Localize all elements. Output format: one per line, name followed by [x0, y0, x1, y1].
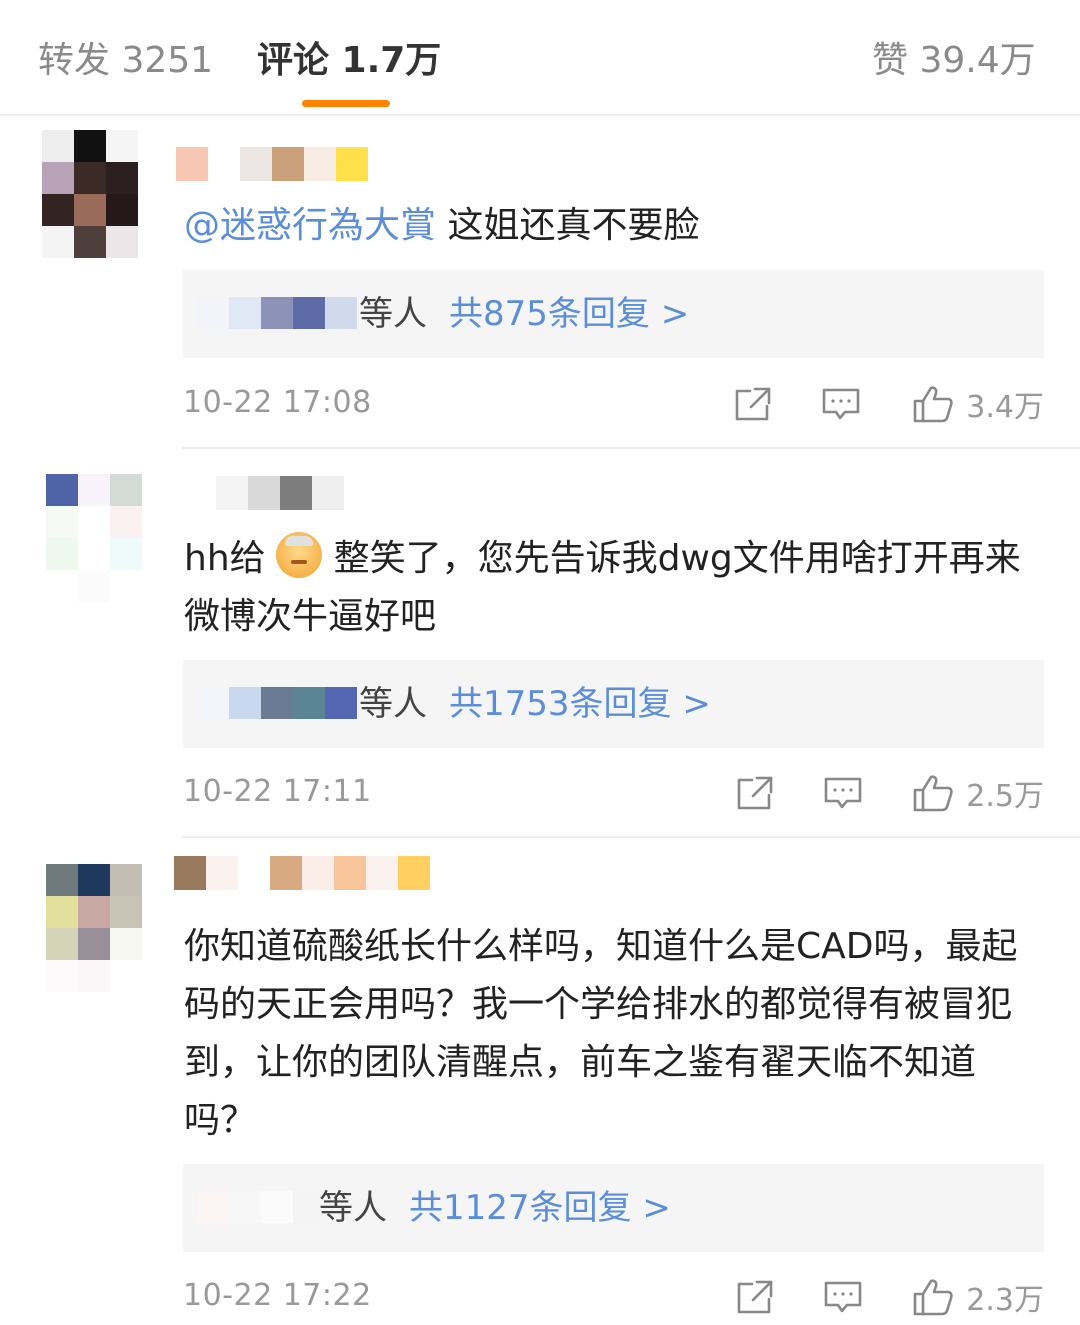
view-replies-link[interactable]: 共1127条回复 > — [409, 1188, 671, 1228]
comment-icon[interactable] — [821, 385, 861, 423]
like-count: 3.4万 — [966, 390, 1044, 425]
replies-preview[interactable]: 等人 共1753条回复 > — [183, 660, 1044, 748]
view-replies-link[interactable]: 共1753条回复 > — [449, 684, 711, 724]
comment-time: 10-22 17:08 — [183, 385, 372, 420]
reply-users-suffix: 等人 — [359, 684, 427, 724]
comment-icon[interactable] — [823, 774, 863, 812]
username-pixelated[interactable] — [176, 147, 368, 181]
comment-tabs: 转发 3251 评论 1.7万 赞 39.4万 — [0, 0, 1080, 116]
avatar[interactable] — [46, 864, 174, 992]
old-man-emoji-icon — [275, 532, 322, 578]
thumbs-up-icon — [913, 1279, 953, 1316]
reply-users-suffix: 等人 — [359, 294, 427, 334]
like-button[interactable]: 2.5万 — [912, 770, 1044, 816]
divider — [182, 447, 1080, 449]
share-icon[interactable] — [735, 1278, 775, 1316]
mention-link[interactable]: @迷惑行為大賞 — [184, 205, 436, 246]
reply-usernames-pixelated — [197, 687, 357, 719]
reply-users-suffix: 等人 — [319, 1188, 387, 1228]
replies-preview[interactable]: 等人 共875条回复 > — [183, 270, 1044, 358]
comment-meta: 10-22 17:11 2.5万 — [183, 770, 1044, 816]
replies-preview[interactable]: 等人 共1127条回复 > — [183, 1164, 1044, 1252]
avatar[interactable] — [42, 130, 170, 258]
thumbs-up-icon — [913, 775, 953, 812]
tab-comments[interactable]: 评论 1.7万 — [257, 36, 441, 86]
comment-text: hh给 整笑了，您先告诉我dwg文件用啥打开再来微博次牛逼好吧 — [184, 530, 1044, 646]
like-button[interactable]: 3.4万 — [912, 381, 1044, 427]
like-button[interactable]: 2.3万 — [912, 1274, 1044, 1320]
view-replies-link[interactable]: 共875条回复 > — [449, 294, 689, 334]
share-icon[interactable] — [733, 385, 773, 423]
comment-text: @迷惑行為大賞 这姐还真不要脸 — [184, 205, 700, 246]
divider — [182, 836, 1080, 838]
comment-time: 10-22 17:22 — [183, 1278, 372, 1313]
avatar[interactable] — [46, 474, 174, 602]
comment-meta: 10-22 17:22 2.3万 — [183, 1274, 1044, 1320]
like-count: 2.3万 — [966, 1283, 1044, 1318]
comment-time: 10-22 17:11 — [183, 774, 372, 809]
thumbs-up-icon — [913, 386, 953, 423]
like-count: 2.5万 — [966, 779, 1044, 814]
reply-usernames-pixelated — [197, 297, 357, 329]
comment-text: 你知道硫酸纸长什么样吗，知道什么是CAD吗，最起码的天正会用吗？我一个学给排水的… — [184, 926, 1018, 1141]
comment-icon[interactable] — [823, 1278, 863, 1316]
tab-likes[interactable]: 赞 39.4万 — [872, 36, 1036, 86]
active-tab-indicator — [302, 100, 390, 107]
comment-meta: 10-22 17:08 3.4万 — [183, 381, 1044, 427]
tab-repost[interactable]: 转发 3251 — [38, 36, 213, 86]
username-pixelated[interactable] — [216, 476, 344, 510]
reply-usernames-pixelated — [197, 1191, 325, 1223]
share-icon[interactable] — [735, 774, 775, 812]
username-pixelated[interactable] — [174, 856, 430, 890]
